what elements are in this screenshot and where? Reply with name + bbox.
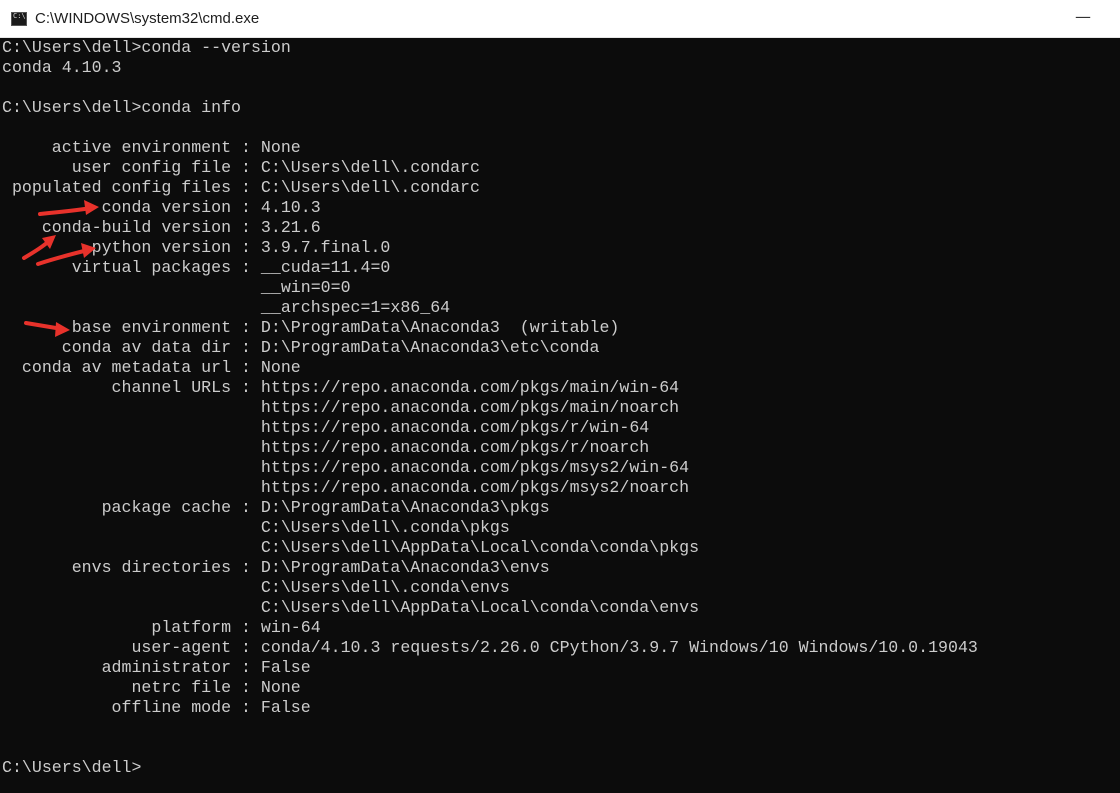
console-line: platform : win-64 (2, 618, 321, 637)
console-line: channel URLs : https://repo.anaconda.com… (2, 378, 680, 397)
console-line: conda version : 4.10.3 (2, 198, 321, 217)
console-line: offline mode : False (2, 698, 311, 717)
console-line: active environment : None (2, 138, 301, 157)
console-line: __archspec=1=x86_64 (2, 298, 451, 317)
console-line: https://repo.anaconda.com/pkgs/msys2/win… (2, 458, 690, 477)
console-line: user config file : C:\Users\dell\.condar… (2, 158, 480, 177)
console-line: C:\Users\dell\.conda\pkgs (2, 518, 510, 537)
console-line: https://repo.anaconda.com/pkgs/r/win-64 (2, 418, 650, 437)
window-title: C:\WINDOWS\system32\cmd.exe (35, 10, 260, 27)
console-line: conda-build version : 3.21.6 (2, 218, 321, 237)
console-line: C:\Users\dell\.conda\envs (2, 578, 510, 597)
console-line: https://repo.anaconda.com/pkgs/msys2/noa… (2, 478, 690, 497)
console-line: C:\Users\dell\AppData\Local\conda\conda\… (2, 598, 700, 617)
console-area[interactable]: C:\Users\dell>conda --version conda 4.10… (0, 38, 1120, 793)
console-line: C:\Users\dell> (2, 758, 142, 777)
console-line: python version : 3.9.7.final.0 (2, 238, 391, 257)
console-line: https://repo.anaconda.com/pkgs/main/noar… (2, 398, 680, 417)
console-line: conda av data dir : D:\ProgramData\Anaco… (2, 338, 600, 357)
console-line: conda 4.10.3 (2, 58, 122, 77)
console-line: virtual packages : __cuda=11.4=0 (2, 258, 391, 277)
console-line: C:\Users\dell>conda info (2, 98, 241, 117)
title-bar[interactable]: C:\WINDOWS\system32\cmd.exe — (0, 0, 1120, 38)
console-line: base environment : D:\ProgramData\Anacon… (2, 318, 620, 337)
console-line: C:\Users\dell\AppData\Local\conda\conda\… (2, 538, 700, 557)
console-line: package cache : D:\ProgramData\Anaconda3… (2, 498, 550, 517)
console-line: conda av metadata url : None (2, 358, 301, 377)
console-line: __win=0=0 (2, 278, 351, 297)
console-line: C:\Users\dell>conda --version (2, 38, 291, 57)
console-line: envs directories : D:\ProgramData\Anacon… (2, 558, 550, 577)
console-line: netrc file : None (2, 678, 301, 697)
minimize-button[interactable]: — (1072, 7, 1094, 29)
console-line: https://repo.anaconda.com/pkgs/r/noarch (2, 438, 650, 457)
console-line: administrator : False (2, 658, 311, 677)
cmd-app-icon (11, 11, 27, 26)
console-line: populated config files : C:\Users\dell\.… (2, 178, 480, 197)
console-line: user-agent : conda/4.10.3 requests/2.26.… (2, 638, 978, 657)
